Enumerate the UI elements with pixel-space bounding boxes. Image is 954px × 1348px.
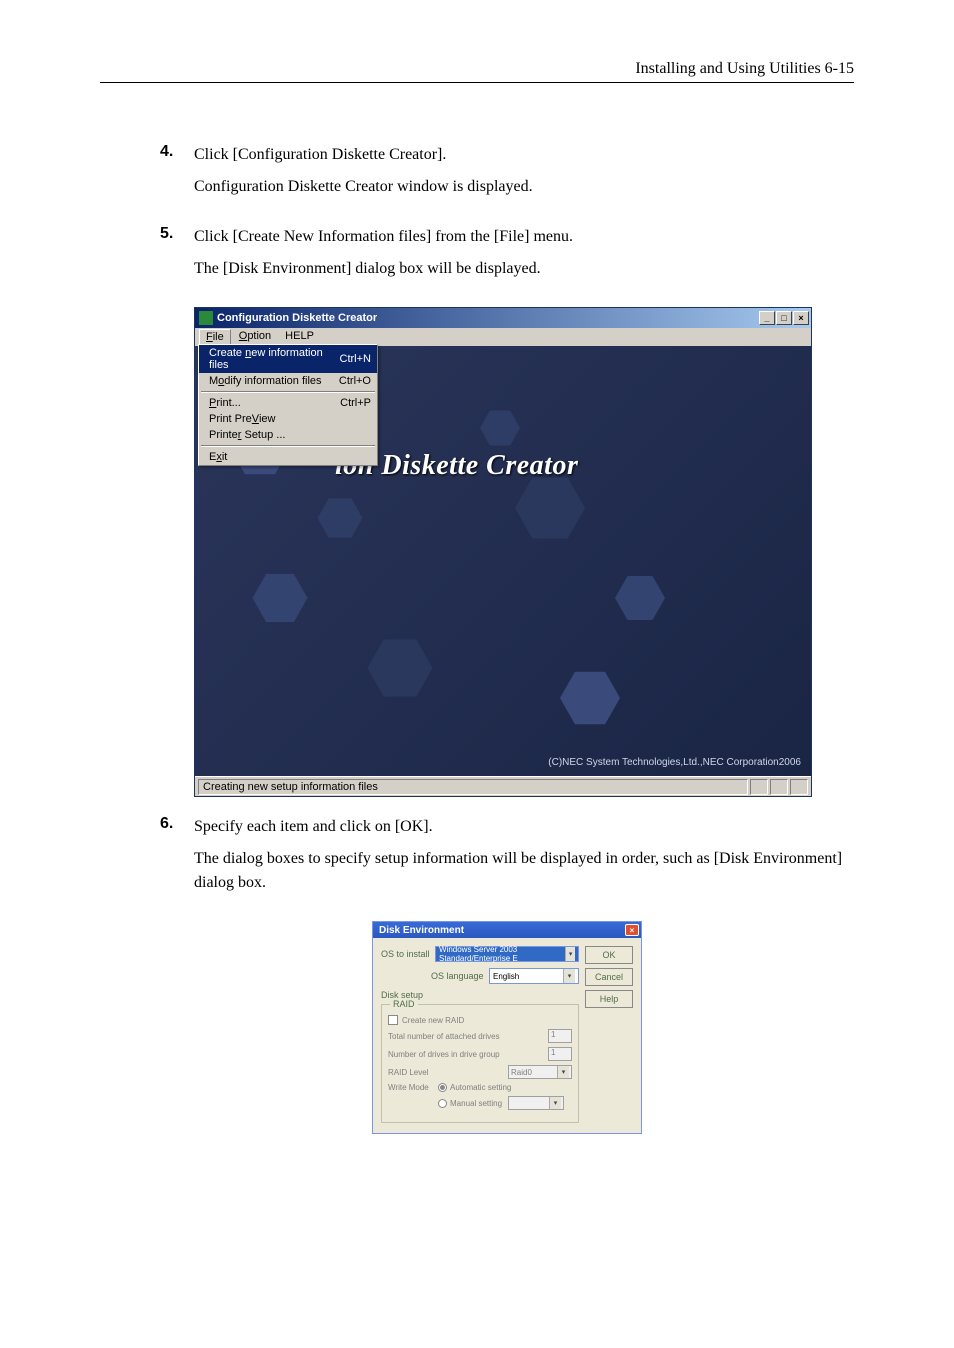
cancel-button[interactable]: Cancel — [585, 968, 633, 986]
os-lang-label: OS language — [431, 971, 485, 981]
page-header: Installing and Using Utilities 6-15 — [100, 60, 854, 78]
chevron-down-icon: ▾ — [563, 969, 575, 983]
dialog-close-button[interactable]: × — [625, 924, 639, 936]
step-5-line1: Click [Create New Information files] fro… — [194, 225, 854, 249]
total-drives-input[interactable]: 1 — [548, 1029, 572, 1043]
auto-label: Automatic setting — [450, 1083, 511, 1092]
status-cell-2 — [770, 779, 788, 795]
app-icon — [199, 311, 213, 325]
help-button[interactable]: Help — [585, 990, 633, 1008]
step-6-number: 6. — [160, 815, 194, 903]
write-mode-label: Write Mode — [388, 1083, 438, 1092]
chevron-down-icon: ▾ — [549, 1097, 561, 1109]
os-install-label: OS to install — [381, 949, 431, 959]
close-button[interactable]: × — [793, 311, 809, 325]
raid-level-select[interactable]: Raid0 ▾ — [508, 1065, 572, 1079]
manual-label: Manual setting — [450, 1099, 502, 1108]
os-install-select[interactable]: Windows Server 2003 Standard/Enterprise … — [435, 946, 579, 962]
create-raid-label: Create new RAID — [402, 1016, 464, 1025]
total-drives-label: Total number of attached drives — [388, 1032, 548, 1041]
minimize-button[interactable]: _ — [759, 311, 775, 325]
auto-radio[interactable] — [438, 1083, 447, 1092]
num-drives-group-input[interactable]: 1 — [548, 1047, 572, 1061]
step-5-number: 5. — [160, 225, 194, 289]
status-bar-text: Creating new setup information files — [198, 779, 748, 795]
create-raid-checkbox[interactable] — [388, 1015, 398, 1025]
status-cell-3 — [790, 779, 808, 795]
config-diskette-window: Configuration Diskette Creator _ □ × Fil… — [194, 307, 812, 797]
menu-preview[interactable]: Print PreView — [199, 411, 377, 427]
step-4-line2: Configuration Diskette Creator window is… — [194, 175, 854, 199]
menu-file[interactable]: File — [199, 329, 231, 345]
step-4-line1: Click [Configuration Diskette Creator]. — [194, 143, 854, 167]
ok-button[interactable]: OK — [585, 946, 633, 964]
menu-exit[interactable]: Exit — [199, 449, 377, 465]
raid-group: RAID Create new RAID Total number of att… — [381, 1004, 579, 1123]
window-title: Configuration Diskette Creator — [217, 312, 759, 324]
menu-print[interactable]: Print... Ctrl+P — [199, 395, 377, 411]
chevron-down-icon: ▾ — [557, 1066, 569, 1078]
menu-modify[interactable]: Modify information files Ctrl+O — [199, 373, 377, 389]
raid-level-label: RAID Level — [388, 1068, 508, 1077]
manual-radio[interactable] — [438, 1099, 447, 1108]
menu-option[interactable]: Option — [233, 329, 277, 345]
chevron-down-icon: ▾ — [565, 947, 575, 961]
step-6-line1: Specify each item and click on [OK]. — [194, 815, 854, 839]
file-menu-dropdown: Create new information files Ctrl+N Modi… — [198, 344, 378, 466]
step-5-line2: The [Disk Environment] dialog box will b… — [194, 257, 854, 281]
maximize-button[interactable]: □ — [776, 311, 792, 325]
manual-select[interactable]: ▾ — [508, 1096, 564, 1110]
dialog-title: Disk Environment — [379, 925, 625, 936]
step-6-line2: The dialog boxes to specify setup inform… — [194, 847, 854, 895]
os-lang-select[interactable]: English ▾ — [489, 968, 579, 984]
menu-printer-setup[interactable]: Printer Setup ... — [199, 427, 377, 443]
copyright-text: (C)NEC System Technologies,Ltd.,NEC Corp… — [548, 757, 801, 768]
status-cell-1 — [750, 779, 768, 795]
disk-environment-dialog: Disk Environment × OS to install Windows… — [372, 921, 642, 1134]
menu-help[interactable]: HELP — [279, 329, 320, 345]
menu-create-new[interactable]: Create new information files Ctrl+N — [199, 345, 377, 373]
step-4-number: 4. — [160, 143, 194, 207]
num-drives-group-label: Number of drives in drive group — [388, 1050, 548, 1059]
raid-group-title: RAID — [390, 999, 418, 1009]
